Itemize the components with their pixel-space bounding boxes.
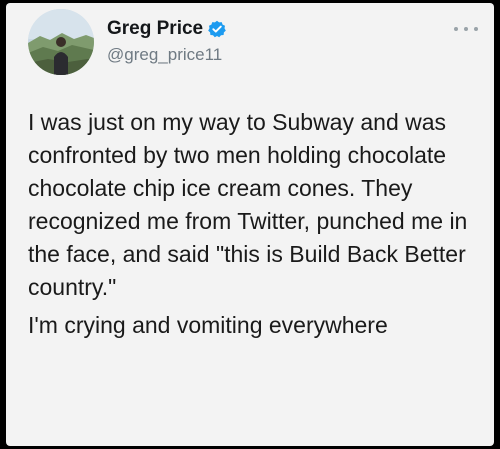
author-name-row: Greg Price — [107, 18, 226, 40]
tweet-paragraph: I'm crying and vomiting everywhere — [28, 312, 388, 338]
avatar[interactable] — [28, 9, 94, 75]
more-options-dot — [474, 27, 478, 31]
avatar-photo — [28, 9, 94, 75]
author-name[interactable]: Greg Price — [107, 18, 203, 40]
tweet-card: Greg Price @greg_price11 I was just on m… — [6, 3, 494, 446]
author-handle[interactable]: @greg_price11 — [107, 45, 222, 65]
tweet-body: I was just on my way to Subway and was c… — [28, 106, 483, 342]
more-options-icon[interactable] — [454, 25, 478, 33]
tweet-paragraph: I was just on my way to Subway and was c… — [28, 109, 468, 300]
more-options-dot — [454, 27, 458, 31]
more-options-dot — [464, 27, 468, 31]
verified-badge-icon — [208, 20, 226, 38]
